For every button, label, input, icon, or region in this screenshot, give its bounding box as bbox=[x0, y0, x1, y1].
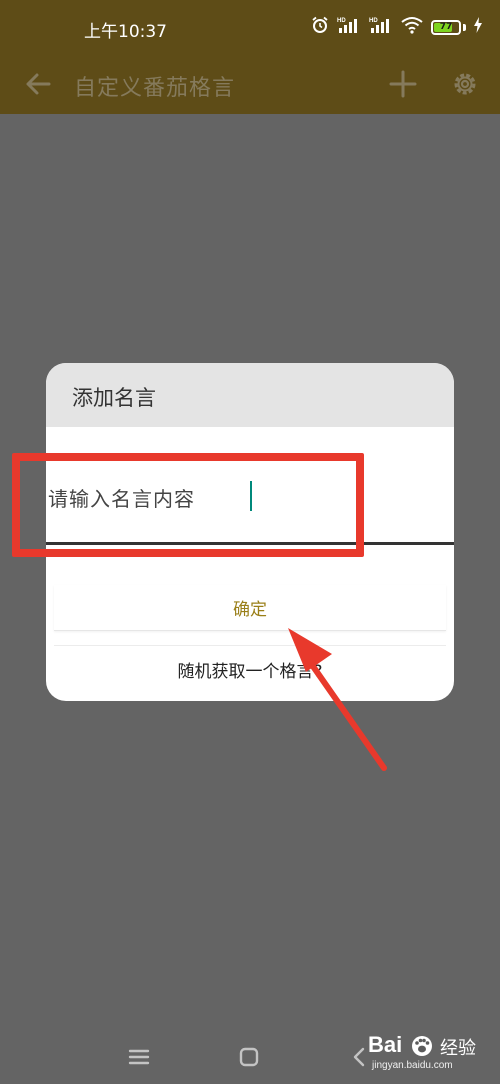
dialog-header: 添加名言 bbox=[46, 363, 454, 427]
quote-input[interactable]: 请输入名言内容 bbox=[46, 427, 454, 545]
settings-gear-icon[interactable] bbox=[445, 64, 485, 104]
battery-icon: 77 bbox=[431, 19, 461, 35]
signal-hd-icon: HD bbox=[369, 16, 393, 38]
signal-hd-icon: HD bbox=[337, 16, 361, 38]
page-title: 自定义番茄格言 bbox=[74, 76, 236, 101]
status-icons: HD HD 77 bbox=[311, 16, 482, 38]
alarm-icon bbox=[311, 16, 329, 38]
home-square-icon[interactable] bbox=[232, 1040, 266, 1074]
svg-text:HD: HD bbox=[369, 18, 378, 24]
watermark-brand-cn: 经验 bbox=[440, 1038, 476, 1059]
add-icon[interactable] bbox=[383, 64, 423, 104]
add-quote-dialog: 添加名言 请输入名言内容 确定 随机获取一个格言? bbox=[46, 363, 454, 701]
baidu-watermark: Bai 经验 jingyan.baidu.com bbox=[368, 1026, 494, 1076]
charging-icon bbox=[474, 17, 482, 37]
status-time: 上午10:37 bbox=[84, 22, 167, 42]
watermark-url: jingyan.baidu.com bbox=[372, 1060, 453, 1071]
text-caret bbox=[250, 481, 252, 511]
watermark-brand: Bai bbox=[368, 1032, 403, 1057]
back-arrow-icon[interactable] bbox=[18, 64, 58, 104]
paw-icon bbox=[408, 1030, 436, 1062]
svg-text:HD: HD bbox=[337, 18, 346, 24]
battery-tip bbox=[463, 23, 466, 31]
status-bar: 上午10:37 HD HD 77 bbox=[0, 0, 500, 56]
app-bar: 自定义番茄格言 bbox=[0, 56, 500, 114]
menu-icon[interactable] bbox=[122, 1040, 156, 1074]
random-quote-button[interactable]: 随机获取一个格言? bbox=[54, 645, 446, 693]
quote-input-placeholder: 请输入名言内容 bbox=[48, 487, 195, 511]
confirm-button[interactable]: 确定 bbox=[54, 585, 446, 631]
battery-level: 77 bbox=[439, 22, 453, 32]
wifi-icon bbox=[401, 16, 423, 38]
dialog-title: 添加名言 bbox=[72, 386, 156, 410]
